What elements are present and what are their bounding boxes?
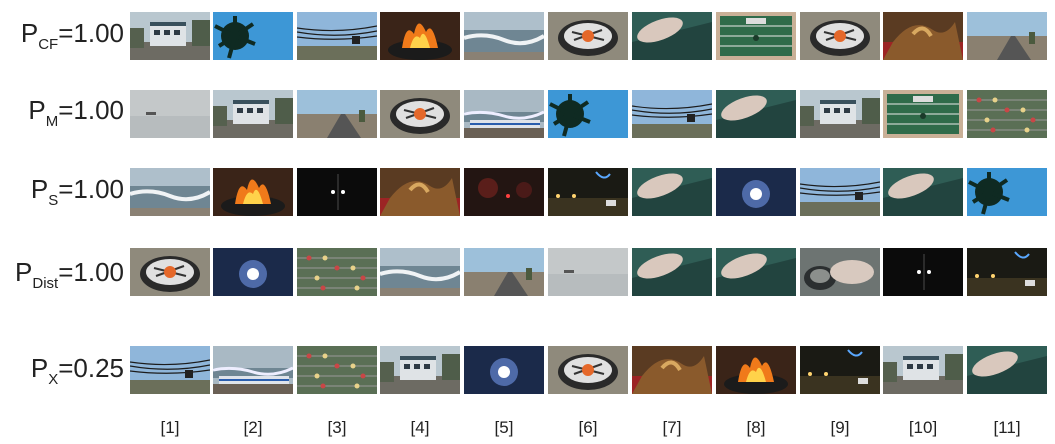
thumbnail-hand [716, 90, 796, 138]
thumbnail-hand [632, 12, 712, 60]
thumbnail-wires [632, 90, 712, 138]
column-label: [8] [746, 418, 766, 437]
row-label-value: =1.00 [58, 174, 124, 204]
column-label: [4] [410, 418, 430, 437]
thumbnail-grill [380, 90, 460, 138]
row-label-value: =1.00 [58, 18, 124, 48]
column-label: [9] [830, 418, 850, 437]
thumbnail-fire [213, 168, 293, 216]
thumbnail-train [213, 346, 293, 394]
row-label-s: PS=1.00 [4, 174, 124, 216]
thumbnail-moon [716, 168, 796, 216]
thumbnail-sea [380, 248, 460, 296]
column-label: [2] [243, 418, 263, 437]
thumbnail-moon [213, 248, 293, 296]
thumbnail-fire [380, 12, 460, 60]
thumbnail-sea [130, 168, 210, 216]
thumbnail-foosball2 [297, 248, 377, 296]
thumbnail-foosball [883, 90, 963, 138]
row-label-x: PX=0.25 [4, 353, 124, 395]
row-label-base: P [30, 353, 49, 383]
thumbnail-palm [213, 12, 293, 60]
thumbnail-grill [130, 248, 210, 296]
thumbnail-house [800, 90, 880, 138]
thumbnail-road [464, 248, 544, 296]
column-label: [3] [327, 418, 347, 437]
thumbnail-house [380, 346, 460, 394]
thumbnail-fog [130, 90, 210, 138]
thumbnail-hand [883, 168, 963, 216]
thumbnail-road [967, 12, 1047, 60]
thumbnail-night2 [297, 168, 377, 216]
thumbnail-fire2 [632, 346, 712, 394]
thumbnail-palm [548, 90, 628, 138]
row-label-base: P [20, 18, 39, 48]
thumbnail-hand [716, 248, 796, 296]
thumbnail-nightroad [548, 168, 628, 216]
column-label: [10] [908, 418, 938, 437]
row-label-subscript: S [48, 192, 59, 209]
thumbnail-house [213, 90, 293, 138]
column-label: [7] [662, 418, 682, 437]
thumbnail-train [464, 90, 544, 138]
row-label-subscript: M [45, 113, 59, 130]
thumbnail-hand [632, 248, 712, 296]
thumbnail-grill [548, 346, 628, 394]
row-label-subscript: CF [38, 36, 59, 53]
row-label-subscript: X [48, 371, 59, 388]
thumbnail-wires [800, 168, 880, 216]
thumbnail-house [883, 346, 963, 394]
thumbnail-wires [297, 12, 377, 60]
row-label-cf: PCF=1.00 [4, 18, 124, 60]
row-label-subscript: Dist [32, 275, 59, 292]
row-label-base: P [15, 257, 33, 287]
thumbnail-night2 [883, 248, 963, 296]
thumbnail-hand [632, 168, 712, 216]
row-label-base: P [28, 95, 46, 125]
thumbnail-nightroad [800, 346, 880, 394]
column-label: [1] [160, 418, 180, 437]
thumbnail-cup [800, 248, 880, 296]
thumbnail-nightred [464, 168, 544, 216]
row-label-value: =0.25 [58, 353, 124, 383]
row-label-base: P [30, 174, 49, 204]
thumbnail-fire [716, 346, 796, 394]
thumbnail-grill [548, 12, 628, 60]
thumbnail-fire2 [883, 12, 963, 60]
thumbnail-nightroad [967, 248, 1047, 296]
row-label-dist: PDist=1.00 [4, 257, 124, 299]
thumbnail-foosball2 [967, 90, 1047, 138]
thumbnail-palm [967, 168, 1047, 216]
thumbnail-moon [464, 346, 544, 394]
column-label: [6] [578, 418, 598, 437]
row-label-value: =1.00 [58, 95, 124, 125]
thumbnail-house [130, 12, 210, 60]
thumbnail-fog [548, 248, 628, 296]
thumbnail-fire2 [380, 168, 460, 216]
row-label-m: PM=1.00 [4, 95, 124, 137]
thumbnail-grill [800, 12, 880, 60]
thumbnail-wires [130, 346, 210, 394]
row-label-value: =1.00 [58, 257, 124, 287]
thumbnail-foosball [716, 12, 796, 60]
column-label: [5] [494, 418, 514, 437]
thumbnail-hand [967, 346, 1047, 394]
thumbnail-sea [464, 12, 544, 60]
column-label: [11] [993, 418, 1021, 437]
thumbnail-foosball2 [297, 346, 377, 394]
thumbnail-road [297, 90, 377, 138]
